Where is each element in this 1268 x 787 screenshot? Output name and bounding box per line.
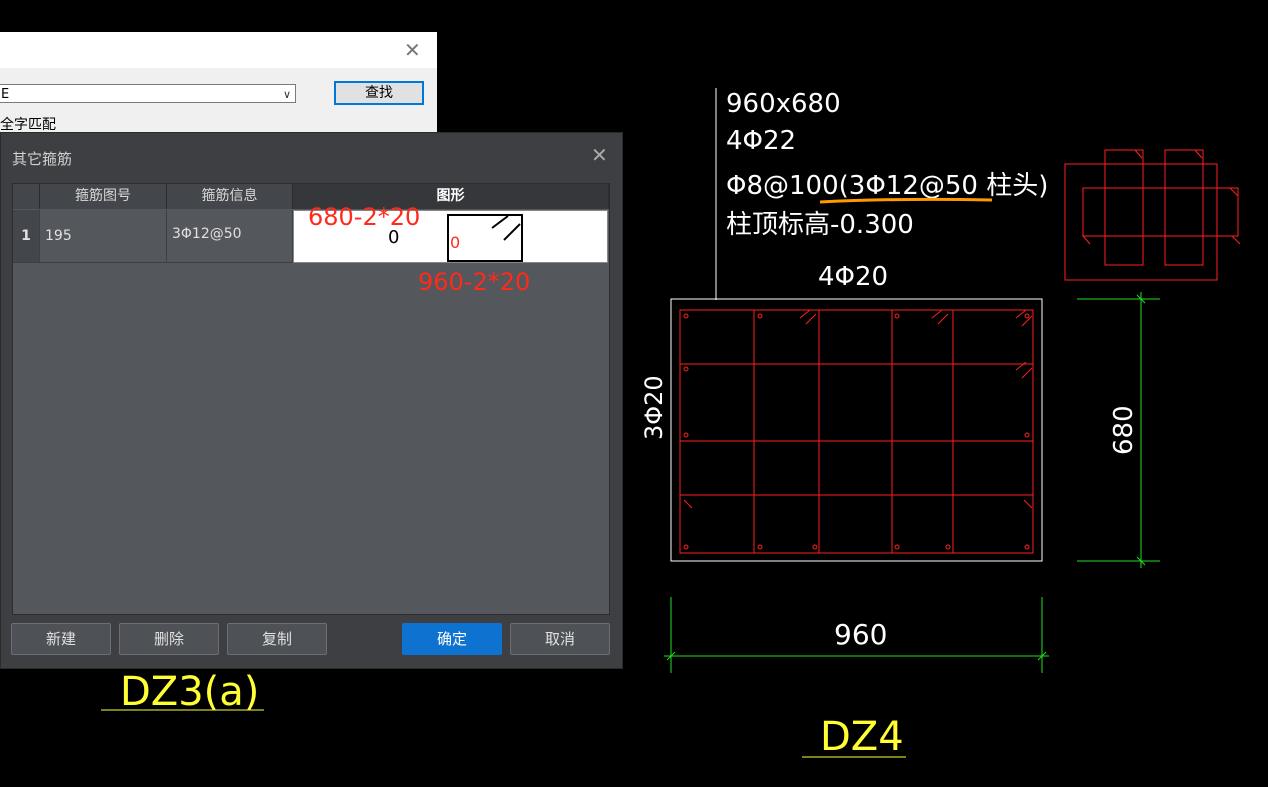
column-size-text: 960x680 xyxy=(726,89,841,119)
rebar-dots xyxy=(683,313,1030,550)
dialog-title: 其它箍筋 xyxy=(12,150,73,168)
find-text-value: E xyxy=(1,87,10,102)
find-dialog: ✕ E ∨ 查找 全字匹配 xyxy=(0,32,437,133)
whole-word-checkbox-label[interactable]: 全字匹配 xyxy=(0,114,56,134)
new-button[interactable]: 新建 xyxy=(11,623,111,655)
find-text-combo[interactable]: E ∨ xyxy=(0,84,296,103)
column-header-info[interactable]: 箍筋信息 xyxy=(167,184,293,209)
copy-button[interactable]: 复制 xyxy=(227,623,327,655)
row-number-header xyxy=(13,184,40,209)
row-number: 1 xyxy=(13,210,40,263)
stirrup-sketch xyxy=(1064,149,1241,281)
main-rebar-text: 4Φ22 xyxy=(726,126,796,156)
dialog-close-icon[interactable]: ✕ xyxy=(591,143,608,167)
stirrup-table: 箍筋图号 箍筋信息 图形 1 195 3Φ12@50 0 0 xyxy=(12,183,610,615)
stirrup-text: Φ8@100(3Φ12@50 柱头) xyxy=(726,171,1048,201)
column-header-figure-no[interactable]: 箍筋图号 xyxy=(40,184,167,209)
side-rebar-label: 3Φ20 xyxy=(640,375,668,440)
elevation-text: 柱顶标高-0.300 xyxy=(726,210,914,240)
highlight-underline xyxy=(819,197,993,204)
info-cell[interactable]: 3Φ12@50 xyxy=(167,210,293,263)
bottom-dimension-annotation: 960-2*20 xyxy=(418,268,531,296)
height-dimension-text: 680 xyxy=(1109,405,1139,455)
dz4-label: DZ4 xyxy=(820,714,904,760)
find-dialog-close-icon[interactable]: ✕ xyxy=(404,38,421,62)
shape-inner-label: 0 xyxy=(450,233,461,252)
find-button[interactable]: 查找 xyxy=(334,81,424,105)
find-dialog-titlebar: ✕ xyxy=(0,32,437,68)
width-dimension-text: 960 xyxy=(834,618,887,651)
delete-button[interactable]: 删除 xyxy=(119,623,219,655)
figure-no-cell[interactable]: 195 xyxy=(40,210,167,263)
ok-button[interactable]: 确定 xyxy=(402,623,502,655)
stirrup-grid xyxy=(679,309,1034,554)
cancel-button[interactable]: 取消 xyxy=(510,623,610,655)
column-annotation: 960x680 4Φ22 Φ8@100(3Φ12@50 柱头) 柱顶标高-0.3… xyxy=(726,89,1048,240)
dz3-label: DZ3(a) xyxy=(120,669,259,715)
column-outline xyxy=(670,298,1043,562)
chevron-down-icon[interactable]: ∨ xyxy=(283,85,291,104)
top-dimension-annotation: 680-2*20 xyxy=(308,203,421,231)
top-rebar-label: 4Φ20 xyxy=(818,262,888,292)
